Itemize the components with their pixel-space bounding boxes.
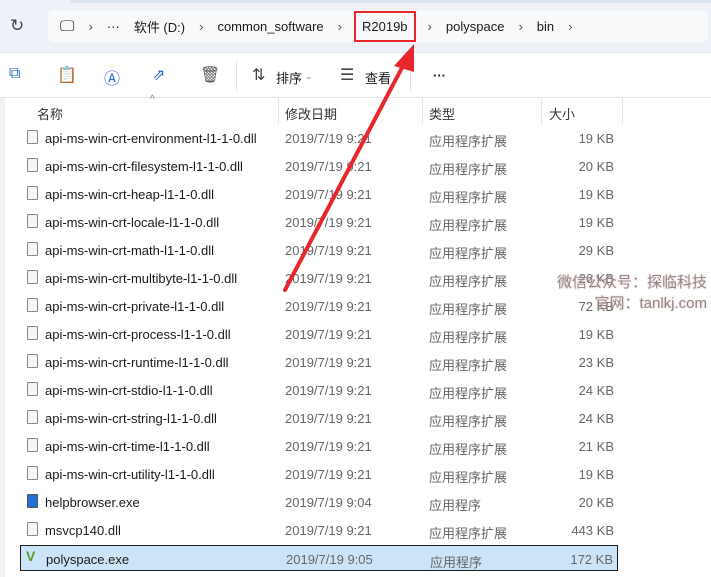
red-arrow-annotation <box>283 44 414 292</box>
